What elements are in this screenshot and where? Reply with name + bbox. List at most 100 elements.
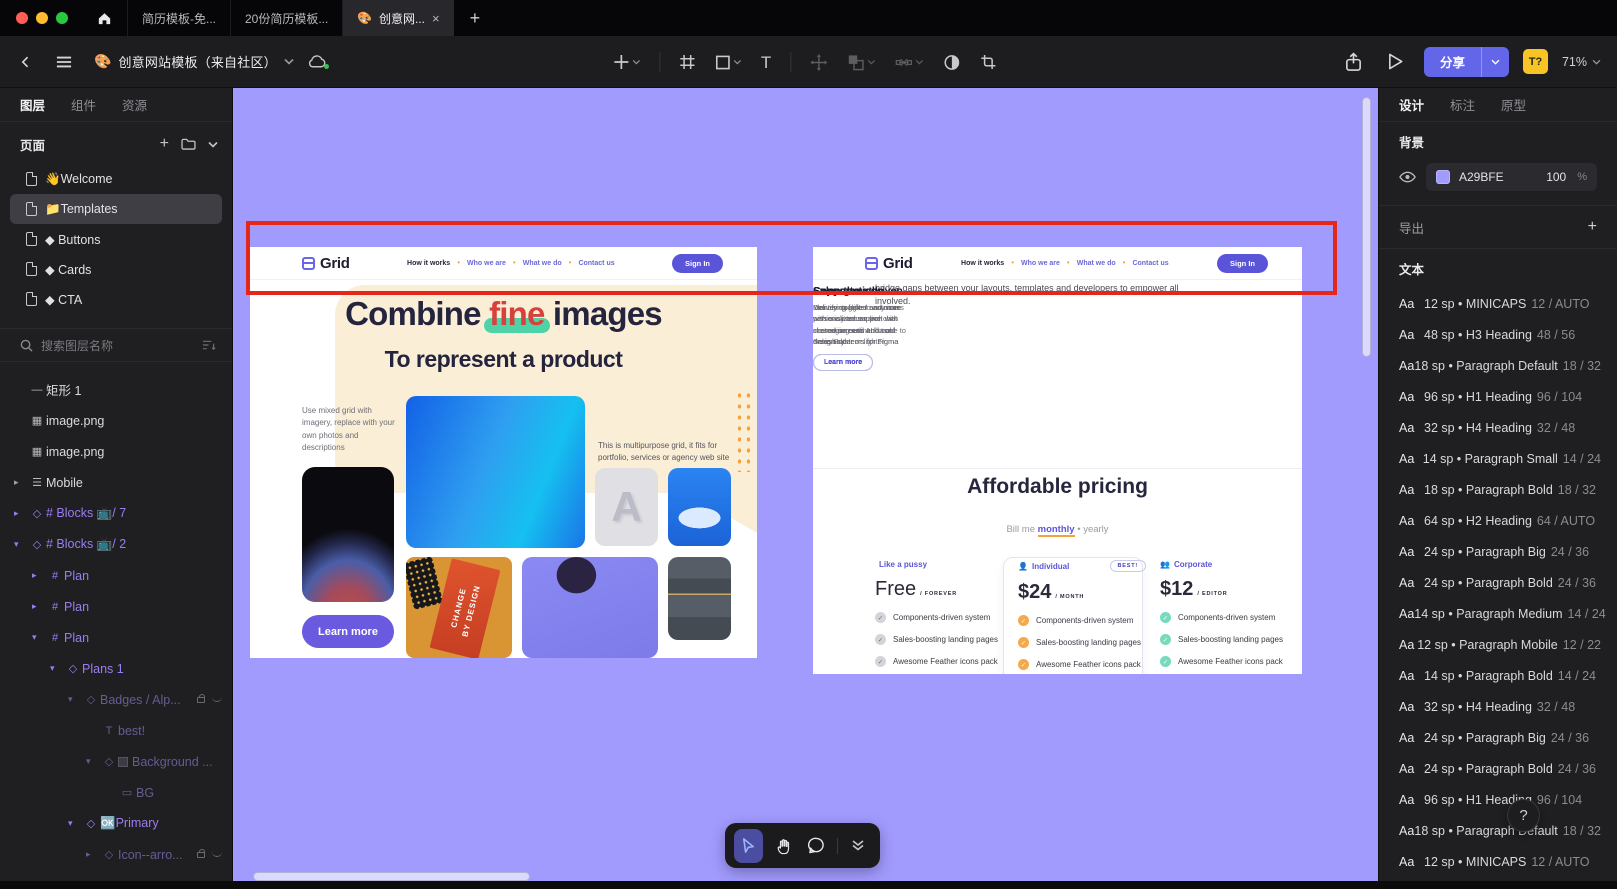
boolean-tool[interactable] [842, 50, 880, 75]
page-item[interactable]: ◆ CTA [10, 284, 222, 314]
mock-billing-toggle[interactable]: Bill me monthly • yearly [813, 524, 1302, 535]
share-export-icon[interactable] [1340, 48, 1368, 76]
hidden-eye-icon[interactable] [212, 697, 222, 702]
text-style-row[interactable]: Aa 12 sp • MINICAPS 12 / AUTO [1379, 288, 1617, 319]
canvas-horizontal-scrollbar[interactable] [253, 872, 530, 881]
text-style-row[interactable]: Aa 18 sp • Paragraph Bold 18 / 32 [1379, 474, 1617, 505]
layer-row[interactable]: ▾ ◇ # Blocks 📺/ 2 [0, 529, 232, 560]
help-button[interactable]: ? [1507, 799, 1540, 832]
close-window-button[interactable] [16, 12, 28, 24]
canvas-vertical-scrollbar[interactable] [1362, 97, 1371, 357]
right-panel-tab[interactable]: 设计 [1399, 95, 1424, 114]
text-style-row[interactable]: Aa 18 sp • Paragraph Default 18 / 32 [1379, 350, 1617, 381]
add-export-button[interactable]: + [1588, 218, 1597, 236]
layer-row[interactable]: ▾ ◇ Background ... [0, 746, 232, 777]
home-icon[interactable] [82, 0, 127, 36]
template-frame-2[interactable]: Grid How it works • Who we are • What we… [813, 247, 1302, 674]
new-tab-button[interactable]: + [454, 0, 497, 36]
billing-yearly[interactable]: yearly [1083, 524, 1108, 535]
layer-row[interactable]: ▦ image.png [0, 436, 232, 467]
layer-row[interactable]: ▸ ◇ Icon--arro... [0, 839, 232, 870]
layer-row[interactable]: ▸ ☰ Mobile [0, 467, 232, 498]
layer-row[interactable]: ▸ # Plan [0, 560, 232, 591]
background-color-field[interactable]: A29BFE 100 % [1426, 163, 1597, 191]
share-button-label[interactable]: 分享 [1424, 47, 1481, 77]
color-hex-value[interactable]: A29BFE [1459, 170, 1537, 184]
unlock-icon[interactable] [197, 852, 205, 858]
select-cursor-tool[interactable] [734, 829, 763, 863]
frame-tool[interactable] [674, 50, 700, 74]
layer-row[interactable]: ▾ ◇ 🆗Primary [0, 808, 232, 839]
mask-tool[interactable] [938, 50, 965, 75]
menu-icon[interactable] [50, 48, 78, 76]
comment-tool[interactable] [804, 831, 829, 861]
hidden-eye-icon[interactable] [212, 852, 222, 857]
text-style-row[interactable]: Aa 32 sp • H4 Heading 32 / 48 [1379, 691, 1617, 722]
layer-row[interactable]: ▸ # Plan [0, 591, 232, 622]
cloud-sync-icon[interactable] [307, 55, 326, 69]
layer-row[interactable]: ▸ ◇ # Blocks 📺/ 7 [0, 498, 232, 529]
expand-arrow-icon[interactable]: ▾ [14, 539, 28, 550]
hand-tool[interactable] [771, 831, 796, 861]
maximize-window-button[interactable] [56, 12, 68, 24]
expand-arrow-icon[interactable]: ▾ [68, 818, 82, 829]
color-swatch[interactable] [1436, 170, 1450, 184]
text-style-row[interactable]: Aa 14 sp • Paragraph Small 14 / 24 [1379, 443, 1617, 474]
text-style-row[interactable]: Aa 96 sp • H1 Heading 96 / 104 [1379, 381, 1617, 412]
left-panel-tab[interactable]: 图层 [20, 95, 45, 114]
text-style-row[interactable]: Aa 14 sp • Paragraph Medium 14 / 24 [1379, 598, 1617, 629]
collapse-pages-icon[interactable] [208, 141, 218, 148]
layer-row[interactable]: — 矩形 1 [0, 374, 232, 405]
text-style-row[interactable]: Aa 96 sp • H1 Heading 96 / 104 [1379, 784, 1617, 815]
text-style-row[interactable]: Aa 48 sp • H3 Heading 48 / 56 [1379, 319, 1617, 350]
layer-row[interactable]: ▦ image.png [0, 405, 232, 436]
template-frame-1[interactable]: Grid How it works • Who we are • What we… [250, 247, 757, 658]
expand-arrow-icon[interactable]: ▸ [86, 849, 100, 860]
expand-arrow-icon[interactable]: ▾ [68, 694, 82, 705]
insert-tool[interactable] [608, 50, 645, 74]
opacity-value[interactable]: 100 [1546, 170, 1566, 184]
text-style-row[interactable]: Aa 32 sp • H4 Heading 32 / 48 [1379, 412, 1617, 443]
browser-tab-1[interactable]: 简历模板-免... [127, 0, 231, 36]
collapse-toolbar-icon[interactable] [846, 831, 871, 861]
minimize-window-button[interactable] [36, 12, 48, 24]
page-item[interactable]: 👋Welcome [10, 164, 222, 194]
visibility-eye-icon[interactable] [1399, 171, 1416, 183]
text-style-row[interactable]: Aa 14 sp • Paragraph Bold 14 / 24 [1379, 660, 1617, 691]
text-style-row[interactable]: Aa 18 sp • Paragraph Default 18 / 32 [1379, 815, 1617, 846]
close-tab-icon[interactable]: × [432, 11, 440, 26]
expand-arrow-icon[interactable]: ▸ [32, 570, 46, 581]
avatar[interactable]: T? [1523, 49, 1548, 74]
text-style-row[interactable]: Aa 12 sp • Paragraph Mobile 12 / 22 [1379, 629, 1617, 660]
feature-learn-more-button[interactable]: Learn more [813, 354, 873, 371]
text-style-row[interactable]: Aa 24 sp • Paragraph Big 24 / 36 [1379, 536, 1617, 567]
expand-arrow-icon[interactable]: ▾ [86, 756, 100, 767]
right-panel-tab[interactable]: 标注 [1450, 95, 1475, 114]
folder-icon[interactable] [181, 138, 196, 150]
text-style-row[interactable]: Aa 24 sp • Paragraph Bold 24 / 36 [1379, 567, 1617, 598]
text-style-row[interactable]: Aa 12 sp • MINICAPS 12 / AUTO [1379, 846, 1617, 877]
expand-arrow-icon[interactable]: ▸ [14, 477, 28, 488]
sort-layers-icon[interactable] [202, 339, 216, 351]
right-panel-tab[interactable]: 原型 [1501, 95, 1526, 114]
left-panel-tab[interactable]: 资源 [122, 95, 147, 114]
text-style-row[interactable]: Aa 24 sp • Paragraph Big 24 / 36 [1379, 722, 1617, 753]
add-page-button[interactable]: + [160, 136, 169, 152]
window-controls[interactable] [0, 0, 82, 36]
share-dropdown-icon[interactable] [1481, 47, 1509, 77]
layer-row[interactable]: T best! [0, 715, 232, 746]
present-play-icon[interactable] [1382, 48, 1410, 76]
layer-row[interactable]: ▾ ◇ Badges / Alp... [0, 684, 232, 715]
billing-monthly[interactable]: monthly [1038, 524, 1075, 537]
back-button[interactable] [12, 48, 40, 76]
move-tool[interactable] [805, 50, 832, 75]
share-button[interactable]: 分享 [1424, 47, 1509, 77]
left-panel-tab[interactable]: 组件 [71, 95, 96, 114]
shape-tool[interactable] [710, 51, 746, 74]
vector-edit-tool[interactable] [890, 50, 928, 75]
mock-learn-more-button[interactable]: Learn more [302, 615, 394, 648]
layer-row[interactable]: ▭ BG [0, 777, 232, 808]
unlock-icon[interactable] [197, 697, 205, 703]
browser-tab-2[interactable]: 20份简历模板... [231, 0, 343, 36]
layer-row[interactable]: ▾ ◇ Plans 1 [0, 653, 232, 684]
